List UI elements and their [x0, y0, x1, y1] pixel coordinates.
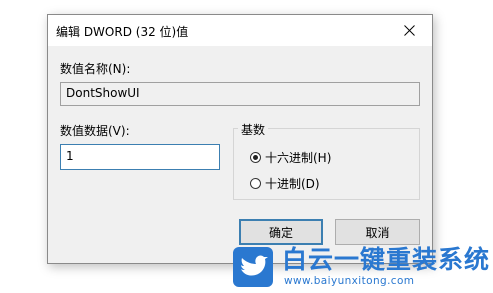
- value-name-field: DontShowUI: [60, 82, 420, 106]
- cancel-button[interactable]: 取消: [335, 219, 420, 245]
- watermark-url: www.baiyunxitong.com: [284, 275, 415, 287]
- radio-dec-indicator[interactable]: [250, 178, 261, 189]
- bird-logo-icon: [233, 247, 273, 287]
- close-button[interactable]: [388, 15, 432, 46]
- radio-hex-label: 十六进制(H): [265, 151, 332, 165]
- close-icon: [404, 25, 415, 36]
- dialog-title: 编辑 DWORD (32 位)值: [56, 25, 189, 39]
- watermark: 白云一键重装系统 www.baiyunxitong.com: [232, 244, 491, 290]
- value-name-label: 数值名称(N):: [60, 62, 131, 76]
- radio-hex-indicator[interactable]: [250, 152, 261, 163]
- ok-button[interactable]: 确定: [239, 219, 323, 245]
- value-data-input[interactable]: 1: [60, 144, 220, 170]
- value-data-label: 数值数据(V):: [60, 124, 130, 138]
- radio-hexadecimal[interactable]: 十六进制(H): [250, 149, 331, 166]
- base-group-title: 基数: [238, 121, 269, 138]
- title-bar: 编辑 DWORD (32 位)值: [48, 15, 432, 46]
- radio-dec-label: 十进制(D): [265, 177, 320, 191]
- edit-dword-dialog: 编辑 DWORD (32 位)值 数值名称(N): DontShowUI 数值数…: [47, 14, 433, 264]
- watermark-title: 白云一键重装系统: [282, 245, 491, 274]
- radio-decimal[interactable]: 十进制(D): [250, 175, 320, 192]
